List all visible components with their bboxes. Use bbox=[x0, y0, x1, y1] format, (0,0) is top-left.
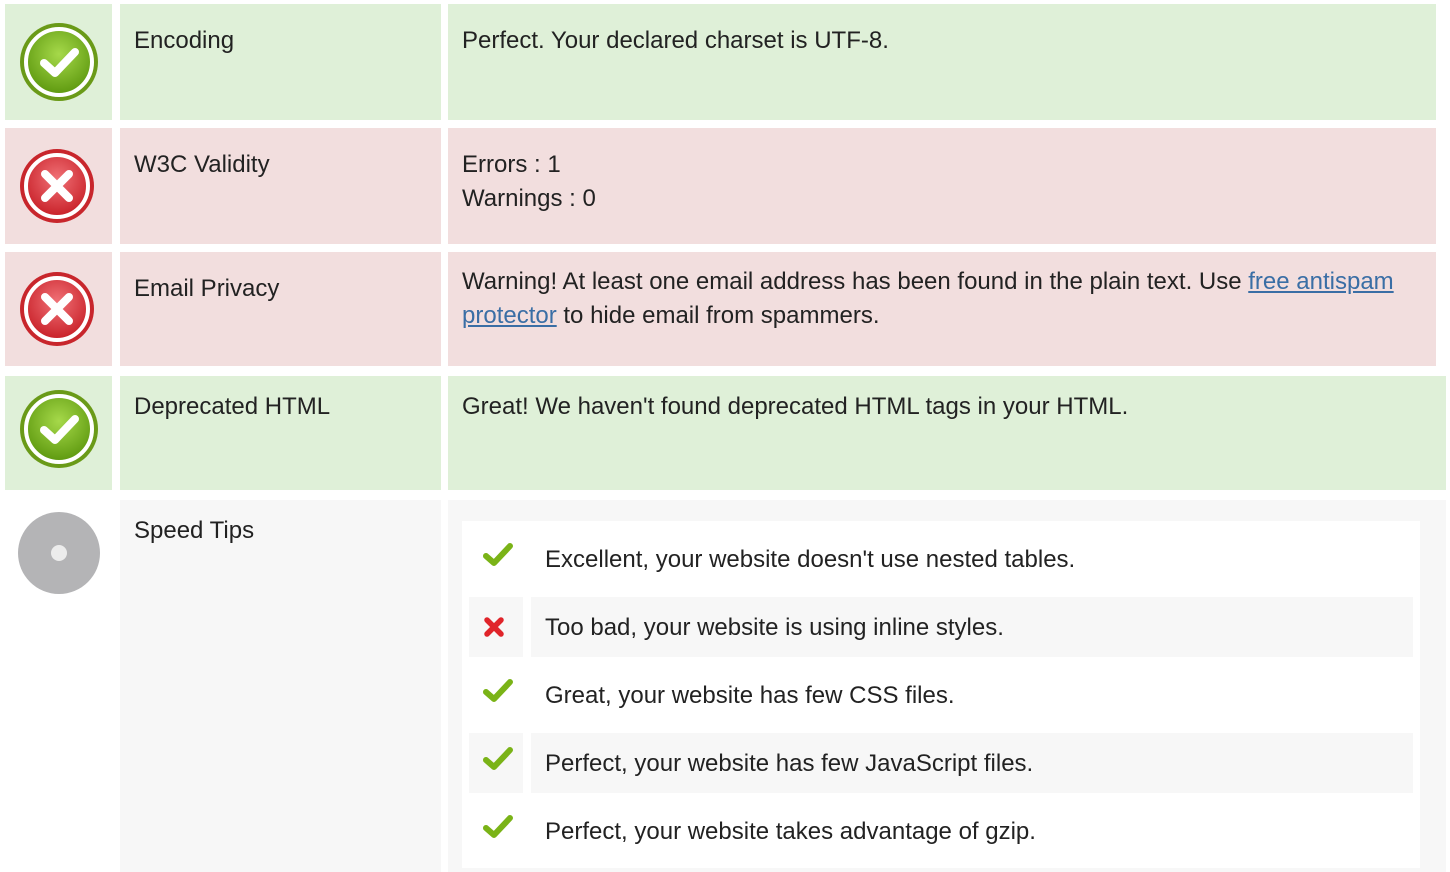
speed-tip-item: Great, your website has few CSS files. bbox=[469, 665, 1413, 725]
speed-tip-item: Perfect, your website takes advantage of… bbox=[469, 801, 1413, 861]
result-row-w3c-validity: W3C Validity Errors : 1 Warnings : 0 bbox=[0, 128, 1436, 244]
check-label-cell: Email Privacy bbox=[120, 252, 441, 366]
check-label: W3C Validity bbox=[134, 151, 270, 178]
errors-count: Errors : 1 bbox=[462, 151, 561, 178]
speed-tip-text: Excellent, your website doesn't use nest… bbox=[545, 546, 1076, 573]
speed-tips-list: Excellent, your website doesn't use nest… bbox=[462, 521, 1420, 868]
check-icon bbox=[483, 679, 513, 702]
speed-tip-item: Perfect, your website has few JavaScript… bbox=[469, 733, 1413, 793]
success-check-icon bbox=[20, 23, 98, 101]
status-cell bbox=[5, 128, 112, 244]
check-label: Email Privacy bbox=[134, 275, 280, 302]
check-result-cell: Excellent, your website doesn't use nest… bbox=[448, 500, 1446, 872]
speed-tip-text: Perfect, your website takes advantage of… bbox=[545, 818, 1036, 845]
warning-text-after: to hide email from spammers. bbox=[556, 302, 880, 329]
check-icon bbox=[483, 815, 513, 838]
check-result-cell: Perfect. Your declared charset is UTF-8. bbox=[448, 4, 1436, 120]
warning-text-before: Warning! At least one email address has … bbox=[462, 268, 1249, 295]
info-neutral-icon bbox=[18, 512, 100, 594]
status-cell bbox=[5, 376, 112, 490]
error-cross-icon bbox=[20, 272, 94, 346]
check-label-cell: Speed Tips bbox=[120, 500, 441, 872]
status-cell bbox=[5, 252, 112, 366]
status-cell bbox=[5, 4, 112, 120]
check-result-cell: Great! We haven't found deprecated HTML … bbox=[448, 376, 1446, 490]
check-label-cell: Encoding bbox=[120, 4, 441, 120]
check-label: Speed Tips bbox=[134, 517, 255, 544]
error-cross-icon bbox=[20, 149, 94, 223]
success-check-icon bbox=[20, 390, 98, 468]
check-label: Encoding bbox=[134, 27, 235, 54]
check-label-cell: Deprecated HTML bbox=[120, 376, 441, 490]
check-result-cell: Warning! At least one email address has … bbox=[448, 252, 1436, 366]
result-row-deprecated-html: Deprecated HTML Great! We haven't found … bbox=[0, 376, 1446, 490]
check-icon bbox=[483, 747, 513, 770]
speed-tip-text: Too bad, your website is using inline st… bbox=[545, 614, 1004, 641]
check-result-text: Great! We haven't found deprecated HTML … bbox=[462, 393, 1129, 420]
check-label-cell: W3C Validity bbox=[120, 128, 441, 244]
check-result-text: Warning! At least one email address has … bbox=[462, 265, 1396, 333]
result-row-speed-tips: Speed Tips Excellent, your website doesn… bbox=[0, 500, 1446, 872]
check-icon bbox=[483, 543, 513, 566]
check-result-cell: Errors : 1 Warnings : 0 bbox=[448, 128, 1436, 244]
result-row-email-privacy: Email Privacy Warning! At least one emai… bbox=[0, 252, 1436, 366]
check-result-text: Errors : 1 Warnings : 0 bbox=[462, 148, 1396, 216]
speed-tip-item: Excellent, your website doesn't use nest… bbox=[469, 529, 1413, 589]
warnings-count: Warnings : 0 bbox=[462, 185, 596, 212]
cross-icon bbox=[484, 617, 504, 637]
status-cell bbox=[5, 500, 112, 872]
result-row-encoding: Encoding Perfect. Your declared charset … bbox=[0, 4, 1436, 120]
check-result-text: Perfect. Your declared charset is UTF-8. bbox=[462, 27, 889, 54]
speed-tip-item: Too bad, your website is using inline st… bbox=[469, 597, 1413, 657]
check-label: Deprecated HTML bbox=[134, 393, 331, 420]
speed-tip-text: Great, your website has few CSS files. bbox=[545, 682, 955, 709]
speed-tip-text: Perfect, your website has few JavaScript… bbox=[545, 750, 1034, 777]
